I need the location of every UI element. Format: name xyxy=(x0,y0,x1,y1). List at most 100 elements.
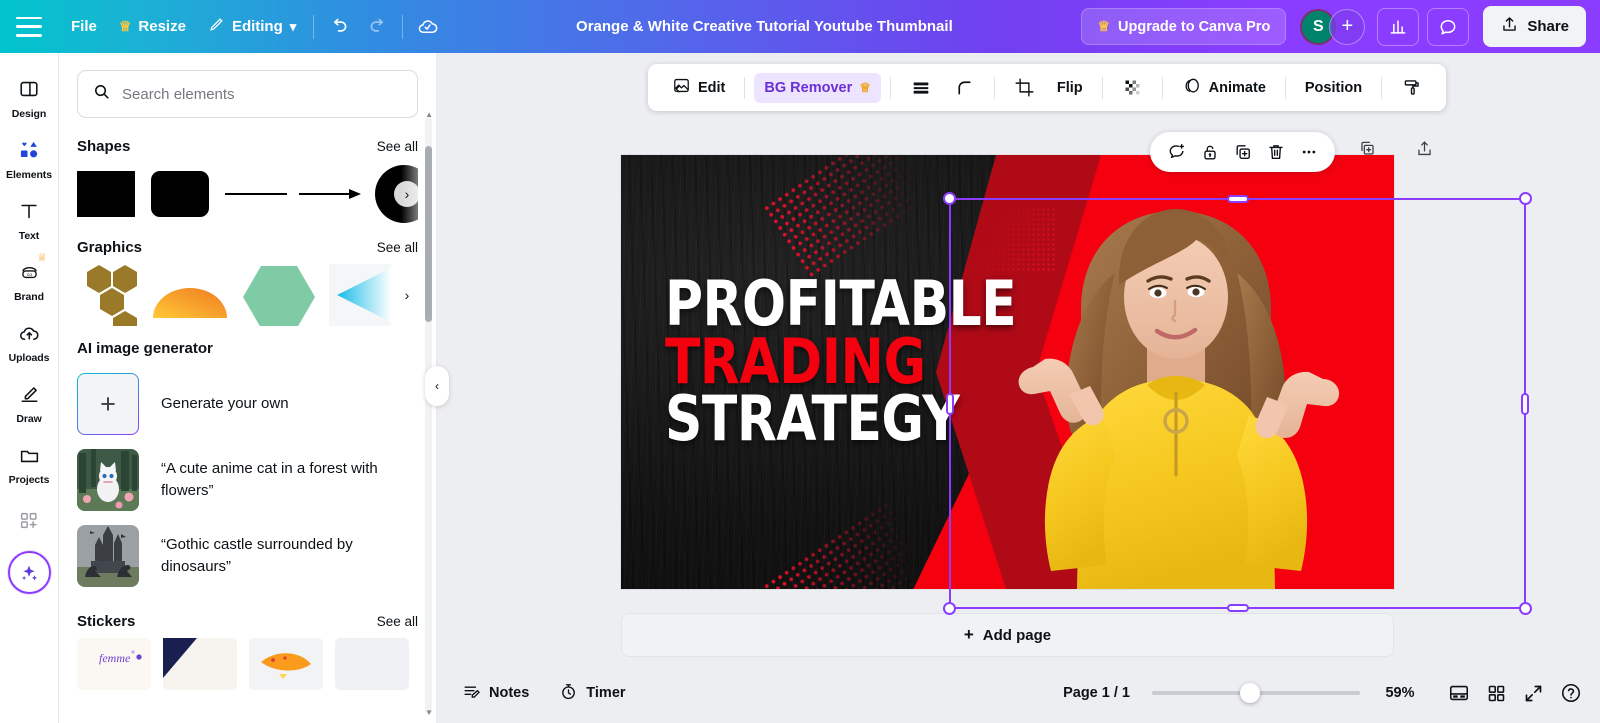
left-rail: Design Elements Text co ♕ Brand Uploads … xyxy=(0,53,59,723)
graphic-orange-semicircle[interactable] xyxy=(151,264,229,326)
pen-icon xyxy=(12,379,46,409)
resize-handle-bottom-right[interactable] xyxy=(1519,602,1532,615)
comments-button[interactable] xyxy=(1427,7,1470,46)
flip-button[interactable]: Flip xyxy=(1047,73,1093,103)
crop-button[interactable] xyxy=(1004,70,1045,105)
scroll-up-arrow-icon[interactable]: ▲ xyxy=(425,110,433,119)
edit-label: Edit xyxy=(698,79,726,96)
shape-line[interactable] xyxy=(225,163,287,225)
chevron-down-icon: ▾ xyxy=(289,18,297,34)
resize-button[interactable]: ♕ Resize xyxy=(108,11,197,42)
sidebar-item-elements[interactable]: Elements xyxy=(1,128,57,186)
graphic-gold-hexagons[interactable] xyxy=(77,264,139,326)
chevron-right-icon-graphics[interactable]: › xyxy=(394,282,420,308)
editing-label: Editing xyxy=(231,18,283,35)
panel-scrollbar-thumb[interactable] xyxy=(425,146,432,322)
zoom-slider-knob[interactable] xyxy=(1240,683,1260,703)
bg-remover-button[interactable]: BG Remover ♕ xyxy=(754,72,881,103)
sticker-orange-fish[interactable] xyxy=(249,638,323,690)
graphic-green-hexagon[interactable] xyxy=(241,264,317,326)
shape-square[interactable] xyxy=(77,163,139,225)
add-comment-icon[interactable] xyxy=(1163,139,1190,166)
undo-button[interactable] xyxy=(320,8,358,46)
timer-button[interactable]: Timer xyxy=(548,674,636,713)
grid-view-button[interactable] xyxy=(1478,675,1515,712)
insights-button[interactable] xyxy=(1377,7,1420,46)
add-page-button[interactable]: + Add page xyxy=(621,613,1394,657)
top-bar: File ♕ Resize Editing ▾ Orange & White C… xyxy=(0,0,1600,53)
see-all-graphics[interactable]: See all xyxy=(377,240,418,255)
graphic-cyan-chevron[interactable] xyxy=(329,264,391,326)
unlock-icon[interactable] xyxy=(1196,139,1223,166)
sidebar-item-text[interactable]: Text xyxy=(1,189,57,247)
ghost-export-icon[interactable] xyxy=(1411,135,1438,162)
zoom-slider[interactable] xyxy=(1152,683,1360,703)
ai-prompt-row-castle[interactable]: “Gothic castle surrounded by dinosaurs” xyxy=(59,511,436,587)
sidebar-item-uploads[interactable]: Uploads xyxy=(1,311,57,369)
notes-button[interactable]: Notes xyxy=(451,674,540,713)
ai-generate-your-own-row[interactable]: + Generate your own xyxy=(59,359,436,435)
magic-studio-button[interactable] xyxy=(7,551,51,594)
transparency-icon xyxy=(1125,80,1140,95)
upgrade-to-pro-button[interactable]: ♕ Upgrade to Canva Pro xyxy=(1081,8,1287,45)
crop-icon xyxy=(1015,78,1034,97)
toolbar-divider-2 xyxy=(402,14,404,39)
shapes-icon xyxy=(12,135,46,165)
transparency-button[interactable] xyxy=(1112,70,1153,105)
position-button[interactable]: Position xyxy=(1295,73,1372,103)
editing-mode-button[interactable]: Editing ▾ xyxy=(197,9,307,44)
sticker-light[interactable] xyxy=(335,638,409,690)
search-input[interactable] xyxy=(122,85,403,103)
resize-label: Resize xyxy=(138,18,186,35)
search-box[interactable] xyxy=(77,70,418,118)
hamburger-icon[interactable] xyxy=(16,16,42,37)
section-title-stickers: Stickers xyxy=(77,613,136,630)
fullscreen-button[interactable] xyxy=(1515,675,1552,712)
document-title[interactable]: Orange & White Creative Tutorial Youtube… xyxy=(564,11,965,42)
edit-image-button[interactable]: Edit xyxy=(662,69,735,106)
editor-canvas-area: Edit BG Remover ♕ Flip Animate Position … xyxy=(437,53,1600,723)
resize-handle-top-right[interactable] xyxy=(1519,192,1532,205)
grid-view-icon xyxy=(1488,685,1505,701)
file-menu-button[interactable]: File xyxy=(60,11,108,42)
ghost-duplicate-icon[interactable] xyxy=(1354,135,1381,162)
corner-radius-button[interactable] xyxy=(944,70,985,105)
sidebar-item-projects[interactable]: Projects xyxy=(1,433,57,491)
collapse-panel-button[interactable]: ‹ xyxy=(425,366,449,406)
zoom-level-value[interactable]: 59% xyxy=(1378,685,1422,701)
scroll-down-arrow-icon[interactable]: ▼ xyxy=(425,708,433,717)
sidebar-item-design[interactable]: Design xyxy=(1,67,57,125)
sidebar-label-brand: Brand xyxy=(14,291,44,303)
design-canvas[interactable]: PROFITABLE TRADING STRATEGY xyxy=(621,155,1394,589)
toolbar-divider xyxy=(1101,76,1103,99)
cloud-saved-icon[interactable] xyxy=(409,8,447,46)
resize-handle-right[interactable] xyxy=(1521,392,1529,415)
shape-arrow[interactable] xyxy=(299,163,361,225)
ai-prompt-row-cat[interactable]: “A cute anime cat in a forest with flowe… xyxy=(59,435,436,511)
share-button[interactable]: Share xyxy=(1483,6,1587,47)
format-painter-button[interactable] xyxy=(1391,70,1432,105)
redo-button[interactable] xyxy=(358,8,396,46)
sidebar-item-brand[interactable]: co ♕ Brand xyxy=(1,250,57,308)
object-toolbar: Edit BG Remover ♕ Flip Animate Position xyxy=(648,64,1447,111)
trash-icon[interactable] xyxy=(1262,139,1289,166)
more-dots-icon[interactable] xyxy=(1295,139,1322,166)
see-all-shapes[interactable]: See all xyxy=(377,139,418,154)
shape-rounded-square[interactable] xyxy=(151,163,213,225)
ai-item-label-2: “Gothic castle surrounded by dinosaurs” xyxy=(161,536,353,575)
sidebar-item-apps[interactable] xyxy=(1,498,57,540)
resize-handle-bottom[interactable] xyxy=(1226,604,1249,612)
corner-radius-icon xyxy=(958,81,971,95)
sticker-femme[interactable]: femme xyxy=(77,638,151,690)
upload-icon xyxy=(1500,15,1519,38)
sticker-navy-shape[interactable] xyxy=(163,638,237,690)
layers-button[interactable] xyxy=(900,70,942,106)
chevron-right-icon[interactable]: › xyxy=(394,181,420,207)
help-button[interactable] xyxy=(1552,674,1590,712)
see-all-stickers[interactable]: See all xyxy=(377,614,418,629)
add-collaborator-button[interactable]: + xyxy=(1329,8,1366,45)
duplicate-icon[interactable] xyxy=(1229,139,1256,166)
sidebar-item-draw[interactable]: Draw xyxy=(1,372,57,430)
animate-button[interactable]: Animate xyxy=(1172,69,1276,107)
presenter-view-button[interactable] xyxy=(1440,674,1478,712)
